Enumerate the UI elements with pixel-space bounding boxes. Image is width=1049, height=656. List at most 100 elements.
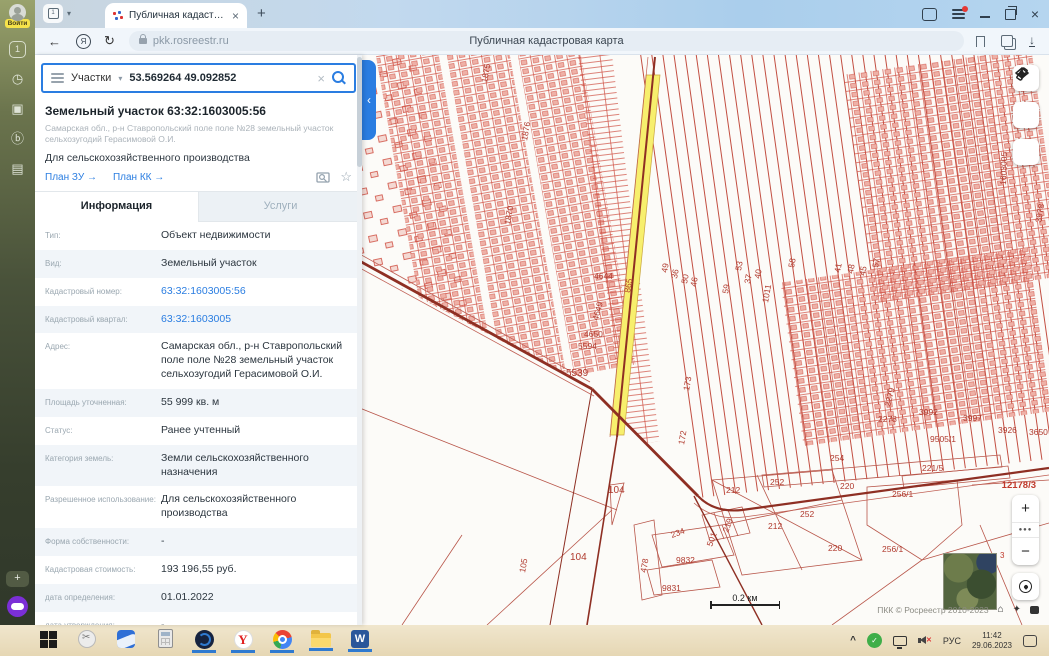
locate-button[interactable] <box>1012 573 1039 600</box>
taskbar-snipping-tool[interactable] <box>75 628 99 652</box>
language-indicator[interactable]: РУС <box>943 636 961 646</box>
windows-logo-icon <box>40 631 57 648</box>
menu-icon[interactable] <box>952 9 965 19</box>
collections-grid-icon[interactable]: ▤ <box>9 161 26 178</box>
taskbar-mail-app[interactable] <box>114 628 138 652</box>
volume-muted-icon[interactable]: ✕ <box>918 635 932 646</box>
panel-collapse-tab[interactable]: ‹ <box>362 60 376 140</box>
antivirus-shield-icon[interactable]: ✓ <box>867 633 882 648</box>
info-row-value: 193 196,55 руб. <box>161 563 354 577</box>
thumbnail-badge: 3 <box>1000 551 1004 560</box>
restore-button[interactable] <box>1005 9 1016 20</box>
page-title: Публичная кадастровая карта <box>129 35 964 47</box>
taskbar-file-explorer[interactable] <box>309 628 333 651</box>
pkk-favicon <box>113 11 123 21</box>
notification-dot <box>962 6 968 12</box>
plan-view-icon[interactable] <box>316 171 330 184</box>
profile-avatar[interactable] <box>9 4 26 21</box>
home-icon[interactable]: ⌂ <box>998 605 1004 615</box>
taskbar-chrome[interactable] <box>270 628 294 653</box>
chrome-icon <box>273 630 292 649</box>
favorite-star-icon[interactable]: ☆ <box>340 171 352 183</box>
clear-search-icon[interactable]: × <box>317 71 325 86</box>
collections-icon[interactable] <box>1001 35 1013 47</box>
map-parcel-label: 3992 <box>919 407 938 417</box>
info-row-value: - <box>161 619 354 625</box>
tab-services[interactable]: Услуги <box>198 192 362 222</box>
search-icon[interactable] <box>332 71 346 85</box>
zoom-in-button[interactable]: + <box>1012 495 1039 522</box>
map-parcel-label: 220 <box>840 481 854 491</box>
info-row-value: Самарская обл., р-н Ставропольский поле … <box>161 340 354 382</box>
measure-button[interactable] <box>1013 102 1039 128</box>
search-box[interactable]: Участки ▾ 53.569264 49.092852 × <box>41 63 356 93</box>
address-bar[interactable]: pkk.rosreestr.ru Публичная кадастровая к… <box>129 31 964 51</box>
history-clock-icon[interactable]: ◷ <box>9 71 26 88</box>
fullscreen-icon[interactable] <box>1030 606 1039 614</box>
info-row: дата утверждения:- <box>35 612 362 625</box>
tab-group-widget[interactable]: 1 ▾ <box>43 4 71 23</box>
cadastral-map[interactable]: 1875187618704644865464946505594553949365… <box>362 55 1049 625</box>
panel-scrollbar[interactable] <box>357 55 362 625</box>
chevron-down-icon[interactable]: ▾ <box>67 9 71 18</box>
taskbar-yandex-browser[interactable]: Y <box>231 628 255 653</box>
map-parcel-label: 48 <box>845 263 857 274</box>
screenshots-icon[interactable]: ▣ <box>9 101 26 118</box>
chevron-left-icon: ‹ <box>367 93 371 107</box>
alice-assistant-icon[interactable] <box>7 596 28 617</box>
tab-information[interactable]: Информация <box>35 192 198 222</box>
info-row-label: Статус: <box>45 424 161 438</box>
minimize-button[interactable] <box>980 16 990 18</box>
zoom-dots[interactable]: ●●● <box>1012 522 1039 538</box>
info-row-label: Тип: <box>45 229 161 243</box>
basemap-thumbnail[interactable] <box>943 553 997 610</box>
chevron-down-icon[interactable]: ▾ <box>118 74 122 83</box>
bookmark-icon[interactable] <box>976 36 985 47</box>
map-parcel-label: 5594 <box>578 341 597 351</box>
start-button[interactable] <box>36 628 60 652</box>
new-tab-button[interactable]: + <box>257 5 266 22</box>
close-button[interactable]: × <box>1031 9 1039 19</box>
refresh-button[interactable]: ↻ <box>104 33 115 49</box>
map-parcel-label: 220 <box>828 543 842 553</box>
taskbar-word[interactable]: W <box>348 628 372 652</box>
browser-tab[interactable]: Публичная кадастрова × <box>105 3 247 28</box>
menu-burger-icon[interactable] <box>51 73 64 83</box>
tab-counter-icon[interactable]: 1 <box>9 41 26 58</box>
display-icon[interactable] <box>893 636 907 646</box>
taskbar: Y W ^ ✓ ✕ РУС 11:42 29.06.2023 <box>0 625 1049 656</box>
taskbar-dark-app[interactable] <box>192 628 216 653</box>
search-category-select[interactable]: Участки <box>71 72 111 84</box>
add-panel-button[interactable]: + <box>6 571 29 587</box>
search-input[interactable]: 53.569264 49.092852 <box>129 72 310 84</box>
map-parcel-label: 4644 <box>594 271 613 281</box>
position-button[interactable] <box>1013 139 1039 165</box>
word-icon: W <box>351 630 369 648</box>
zoom-out-button[interactable]: − <box>1012 538 1039 565</box>
tab-close-button[interactable]: × <box>232 9 239 23</box>
map-parcel-label: 41 <box>832 262 844 273</box>
notification-center-icon[interactable] <box>1023 635 1037 647</box>
plan-zu-link[interactable]: План ЗУ → <box>45 172 97 183</box>
info-row-value: Ранее учтенный <box>161 424 354 438</box>
position-star-icon <box>1013 65 1031 83</box>
browser-toolbar: ← Я ↻ pkk.rosreestr.ru Публичная кадастр… <box>35 28 1049 55</box>
download-icon[interactable]: ↓ <box>1029 35 1035 47</box>
chat-icon[interactable] <box>922 8 937 21</box>
parcel-usage: Для сельскохозяйственного производства <box>45 152 352 164</box>
info-row-value: Земли сельскохозяйственного назначения <box>161 452 354 480</box>
yandex-services-icon[interactable]: Я <box>76 34 91 49</box>
bookmarks-b-icon[interactable]: ⓑ <box>9 131 26 148</box>
anchor-icon[interactable]: ✦ <box>1013 605 1021 615</box>
info-row: Кадастровый квартал:63:32:1603005 <box>35 306 362 334</box>
plan-kk-link[interactable]: План КК → <box>113 172 164 183</box>
info-row: Кадастровая стоимость:193 196,55 руб. <box>35 556 362 584</box>
browser-sidebar: Войти 1 ◷ ▣ ⓑ ▤ + <box>0 0 35 625</box>
back-button[interactable]: ← <box>48 34 61 49</box>
tray-expand-chevron[interactable]: ^ <box>850 635 856 646</box>
mail-app-icon <box>117 630 135 648</box>
info-row-value[interactable]: 63:32:1603005:56 <box>161 285 354 299</box>
taskbar-calculator[interactable] <box>153 628 177 652</box>
info-row-value[interactable]: 63:32:1603005 <box>161 313 354 327</box>
clock[interactable]: 11:42 29.06.2023 <box>972 631 1012 651</box>
